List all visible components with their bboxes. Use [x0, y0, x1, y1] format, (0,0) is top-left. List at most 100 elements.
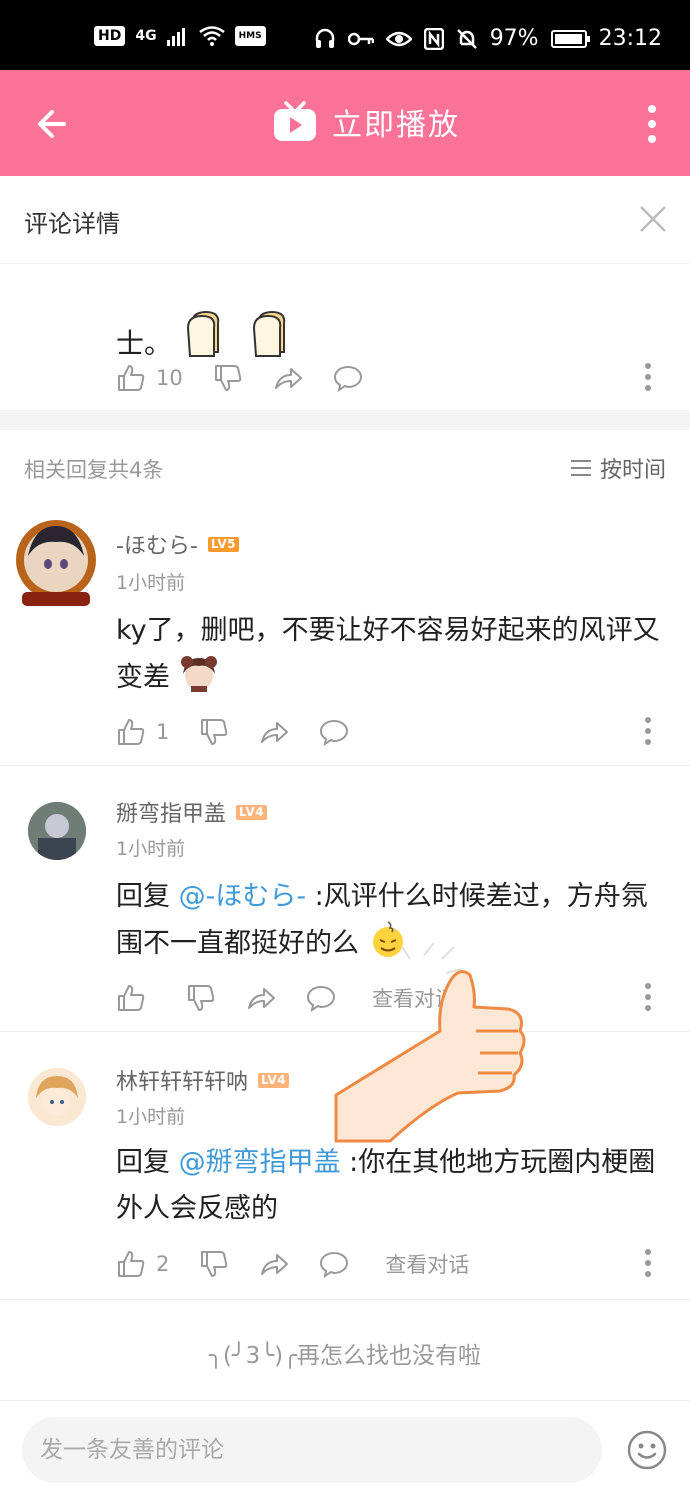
parent-comment-text: 士。 — [116, 306, 304, 362]
network-type: 4G — [135, 28, 157, 44]
reply-button[interactable] — [319, 1249, 349, 1279]
dislike-button[interactable] — [213, 363, 243, 393]
reply-time: 1小时前 — [116, 838, 186, 860]
battery-icon — [550, 29, 590, 48]
thumbs-up-icon — [118, 365, 145, 391]
close-icon[interactable] — [638, 204, 668, 234]
reply-button[interactable] — [333, 363, 363, 393]
username[interactable]: -ほむら- LV5 — [116, 528, 240, 560]
comment-composer — [0, 1400, 690, 1497]
eye-icon — [385, 31, 412, 46]
chibi-emoji-icon — [180, 656, 217, 692]
back-arrow-icon[interactable] — [34, 104, 74, 144]
reply-actions: 1 — [116, 714, 349, 750]
parent-comment-tail: 士。 — [116, 327, 173, 360]
sort-label: 按时间 — [599, 458, 666, 483]
parent-actions: 10 — [116, 360, 363, 396]
reply-prefix: 回复 — [116, 881, 179, 912]
view-conversation-link[interactable]: 查看对话 — [385, 1249, 469, 1279]
reply-button[interactable] — [306, 983, 336, 1013]
avatar-photo-icon — [28, 802, 86, 860]
dislike-button[interactable] — [186, 983, 216, 1013]
like-button[interactable]: 1 — [116, 717, 169, 747]
username[interactable]: 掰弯指甲盖 LV4 — [116, 796, 268, 828]
comment-more-icon[interactable] — [644, 362, 652, 392]
headset-icon — [315, 28, 334, 48]
reply-content: ky了，删吧，不要让好不容易好起来的风评又变差 — [116, 608, 672, 701]
avatar-frame-icon — [16, 520, 96, 606]
avatar-anime-icon — [28, 1068, 86, 1126]
sort-button[interactable]: 按时间 — [570, 452, 666, 484]
emoji-picker-icon[interactable] — [626, 1429, 668, 1471]
battery-percent: 97% — [489, 26, 539, 51]
level-badge: LV5 — [207, 536, 240, 552]
reply-actions: 查看对话 — [116, 980, 456, 1016]
level-badge: LV4 — [236, 804, 268, 820]
like-count: 2 — [156, 1252, 170, 1276]
mute-bell-icon — [456, 28, 477, 49]
key-icon — [347, 32, 374, 45]
status-right: 97% 23:12 — [314, 26, 662, 51]
view-conversation-link[interactable]: 查看对话 — [372, 983, 456, 1013]
comment-more-icon[interactable] — [644, 716, 652, 746]
parent-comment: 士。 10 — [0, 264, 690, 410]
avatar[interactable] — [28, 802, 86, 860]
thumbs-up-icon — [118, 719, 145, 745]
mention-link[interactable]: @掰弯指甲盖 — [179, 1147, 341, 1178]
clock: 23:12 — [598, 26, 662, 51]
signal-icon — [166, 28, 185, 46]
play-now-button[interactable]: 立即播放 — [272, 100, 460, 144]
like-count: 10 — [156, 366, 183, 390]
avatar[interactable] — [14, 518, 98, 610]
share-arrow-icon — [274, 368, 302, 389]
share-button[interactable] — [273, 363, 303, 393]
comment-input[interactable] — [22, 1417, 602, 1483]
like-button[interactable]: 10 — [116, 363, 183, 393]
comment-more-icon[interactable] — [644, 982, 652, 1012]
reply-button[interactable] — [319, 717, 349, 747]
like-count: 1 — [156, 720, 170, 744]
comment-bubble-icon — [320, 1251, 349, 1279]
username[interactable]: 林轩轩轩轩呐 LV4 — [116, 1064, 290, 1096]
username-text: -ほむら- — [116, 534, 198, 559]
comment-more-icon[interactable] — [644, 1248, 652, 1278]
thumbs-up-icon — [118, 1251, 145, 1277]
reply-item: -ほむら- LV5 1小时前 ky了，删吧，不要让好不容易好起来的风评又变差 1 — [0, 506, 690, 766]
reply-content: 回复 @-ほむら- :风评什么时候差过，方舟氛围不一直都挺好的么 — [116, 874, 672, 967]
detail-title: 评论详情 — [24, 210, 120, 238]
thumbs-down-icon — [201, 1251, 228, 1277]
thumbs-down-icon — [188, 985, 215, 1011]
comment-bubble-icon — [306, 985, 336, 1013]
like-button[interactable] — [116, 983, 156, 1013]
share-arrow-icon — [261, 722, 289, 743]
dislike-button[interactable] — [199, 717, 229, 747]
tv-play-icon — [274, 101, 316, 141]
level-badge: LV4 — [258, 1072, 290, 1088]
thumbs-down-icon — [201, 719, 228, 745]
sweat-smile-emoji-icon — [372, 921, 403, 957]
thumbs-down-icon — [214, 365, 241, 391]
dislike-button[interactable] — [199, 1249, 229, 1279]
share-button[interactable] — [259, 717, 289, 747]
reply-content: 回复 @掰弯指甲盖 :你在其他地方玩圈内梗圈外人会反感的 — [116, 1140, 672, 1232]
comment-bubble-icon — [320, 719, 349, 747]
share-button[interactable] — [246, 983, 276, 1013]
toast-emoji-icon — [253, 310, 286, 357]
section-divider — [0, 410, 690, 430]
comment-detail-header: 评论详情 — [0, 176, 690, 264]
mention-link[interactable]: @-ほむら- — [179, 881, 307, 912]
status-left: HD 4G HMS — [94, 26, 266, 46]
replies-header: 相关回复共4条 按时间 — [0, 430, 690, 506]
reply-item: 林轩轩轩轩呐 LV4 1小时前 回复 @掰弯指甲盖 :你在其他地方玩圈内梗圈外人… — [0, 1032, 690, 1300]
thumbs-up-icon — [118, 985, 145, 1011]
nfc-icon — [423, 27, 444, 50]
like-button[interactable]: 2 — [116, 1249, 169, 1279]
reply-item: 掰弯指甲盖 LV4 1小时前 回复 @-ほむら- :风评什么时候差过，方舟氛围不… — [0, 766, 690, 1032]
reply-prefix: 回复 — [116, 1147, 179, 1178]
more-vertical-icon[interactable] — [646, 104, 658, 144]
sort-list-icon — [570, 460, 591, 476]
share-button[interactable] — [259, 1249, 289, 1279]
comment-bubble-icon — [333, 365, 362, 393]
share-arrow-icon — [261, 1254, 289, 1275]
avatar[interactable] — [28, 1068, 86, 1126]
